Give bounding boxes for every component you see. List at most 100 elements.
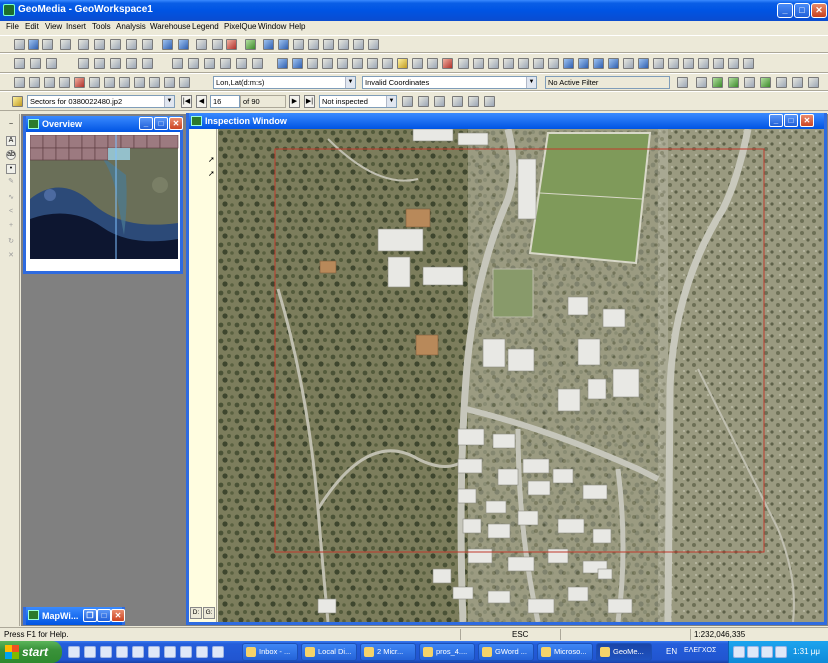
quicklaunch-outlook-icon[interactable] (84, 646, 96, 658)
analytical-merge-icon[interactable] (638, 58, 649, 69)
overview-minimize-button[interactable]: _ (139, 117, 153, 130)
layer-icon[interactable] (78, 58, 89, 69)
close-button[interactable]: ✕ (811, 3, 827, 18)
spatial-query-icon[interactable] (578, 58, 589, 69)
inspection-minimize-button[interactable]: _ (769, 114, 783, 127)
rotate-arrow-icon[interactable]: ↻ (6, 238, 16, 248)
display-icon[interactable] (110, 58, 121, 69)
copy-parallel-icon[interactable] (367, 58, 378, 69)
tray-antivirus-icon[interactable] (747, 646, 759, 658)
previous-view-icon[interactable] (338, 39, 349, 50)
quicklaunch-excel-icon[interactable] (132, 646, 144, 658)
buffer-zone-icon[interactable] (593, 58, 604, 69)
inspection-close-button[interactable]: ✕ (800, 114, 814, 127)
inspection-maximize-button[interactable]: □ (784, 114, 798, 127)
trim-icon[interactable] (382, 58, 393, 69)
cancel-edit-icon[interactable] (74, 77, 85, 88)
geomedia-app-icon[interactable] (3, 4, 15, 16)
undo-icon[interactable] (142, 39, 153, 50)
overview-map-image[interactable] (30, 135, 182, 267)
delete-geometry-icon[interactable] (442, 58, 453, 69)
move-icon[interactable] (488, 58, 499, 69)
previous-sector-button[interactable]: ◀ (196, 95, 207, 108)
last-sector-button[interactable]: ▶| (304, 95, 315, 108)
menu-file[interactable]: File (6, 22, 19, 31)
zoom-image-icon[interactable] (418, 96, 429, 107)
menu-tools[interactable]: Tools (92, 22, 111, 31)
split-icon[interactable] (337, 58, 348, 69)
chevron-down-icon[interactable]: ▼ (164, 96, 174, 107)
mark-inspected-icon[interactable] (452, 96, 463, 107)
task-local-disk[interactable]: Local Di... (301, 643, 357, 661)
tray-clock[interactable]: 1:31 μμ (793, 647, 820, 656)
mapwindow-minimized[interactable]: MapWi... ❐ □ ✕ (23, 607, 125, 625)
legend-icon[interactable] (94, 58, 105, 69)
text-a-icon[interactable]: A (6, 136, 16, 146)
text-tool-icon[interactable] (252, 58, 263, 69)
menu-insert[interactable]: Insert (66, 22, 86, 31)
mapwindow-restore-button[interactable]: ❐ (83, 609, 97, 622)
next-view-icon[interactable] (353, 39, 364, 50)
select-tool-icon[interactable] (162, 39, 173, 50)
task-microsoft-2[interactable]: Microso... (537, 643, 593, 661)
next-sector-button[interactable]: ▶ (289, 95, 300, 108)
erase-icon[interactable]: ✕ (6, 252, 16, 262)
snap-icon[interactable] (473, 58, 484, 69)
edit-geometry-icon[interactable] (307, 58, 318, 69)
menu-help[interactable]: Help (289, 22, 305, 31)
select-by-query-icon[interactable] (46, 58, 57, 69)
open-icon[interactable] (28, 39, 39, 50)
tray-volume-icon[interactable] (761, 646, 773, 658)
sector-select[interactable]: Sectors for 0380022480.jp2 ▼ (27, 95, 175, 108)
continue-geometry-icon[interactable] (322, 58, 333, 69)
filter-icon[interactable] (677, 77, 688, 88)
menu-analysis[interactable]: Analysis (116, 22, 146, 31)
legend-tab-d[interactable]: D: (190, 607, 202, 619)
task-geomedia[interactable]: GeoMe... (596, 643, 652, 661)
style-brush-icon[interactable] (14, 77, 25, 88)
first-sector-button[interactable]: |◀ (181, 95, 192, 108)
quicklaunch-ie-icon[interactable] (68, 646, 80, 658)
functional-attributes-icon[interactable] (683, 58, 694, 69)
smooth-icon[interactable] (458, 58, 469, 69)
rotate-icon[interactable] (548, 58, 559, 69)
zoom-sector-icon[interactable] (402, 96, 413, 107)
grid-view-icon[interactable] (792, 77, 803, 88)
map-window-icon[interactable] (245, 39, 256, 50)
menu-view[interactable]: View (45, 22, 62, 31)
digitize-line-icon[interactable] (292, 58, 303, 69)
style-icon[interactable] (126, 58, 137, 69)
coordinate-icon[interactable] (728, 58, 739, 69)
stop-icon[interactable] (226, 39, 237, 50)
chevron-down-icon[interactable]: ▼ (386, 96, 396, 107)
aerial-image-canvas[interactable] (218, 129, 824, 622)
route-icon[interactable] (89, 77, 100, 88)
check-icon[interactable] (743, 58, 754, 69)
digitize-point-icon[interactable] (277, 58, 288, 69)
label-icon[interactable] (142, 58, 153, 69)
menu-pixelque[interactable]: PixelQue (224, 22, 256, 31)
insert-text-icon[interactable] (204, 58, 215, 69)
change-attributes-icon[interactable] (518, 58, 529, 69)
merge-icon[interactable] (352, 58, 363, 69)
insert-area-icon[interactable] (188, 58, 199, 69)
thematic-icon[interactable] (698, 58, 709, 69)
language-indicator[interactable]: EN (666, 647, 677, 656)
cut-icon[interactable] (78, 39, 89, 50)
paste-icon[interactable] (110, 39, 121, 50)
fit-sector-icon[interactable] (434, 96, 445, 107)
pointer-arrow-icon[interactable]: ➚ (208, 169, 215, 178)
legend-style-icon[interactable] (29, 77, 40, 88)
overview-close-button[interactable]: ✕ (169, 117, 183, 130)
print-icon[interactable] (60, 39, 71, 50)
delete-icon[interactable] (126, 39, 137, 50)
join-icon[interactable] (608, 58, 619, 69)
pointer-icon[interactable] (14, 58, 25, 69)
angle-icon[interactable]: < (6, 208, 16, 218)
tray-update-icon[interactable] (775, 646, 787, 658)
move-cross-icon[interactable]: + (6, 222, 16, 232)
measure-icon[interactable] (59, 77, 70, 88)
display-order-icon[interactable] (44, 77, 55, 88)
comment-icon[interactable] (468, 96, 479, 107)
coordinate-readout-field[interactable]: Invalid Coordinates ▼ (362, 76, 537, 89)
